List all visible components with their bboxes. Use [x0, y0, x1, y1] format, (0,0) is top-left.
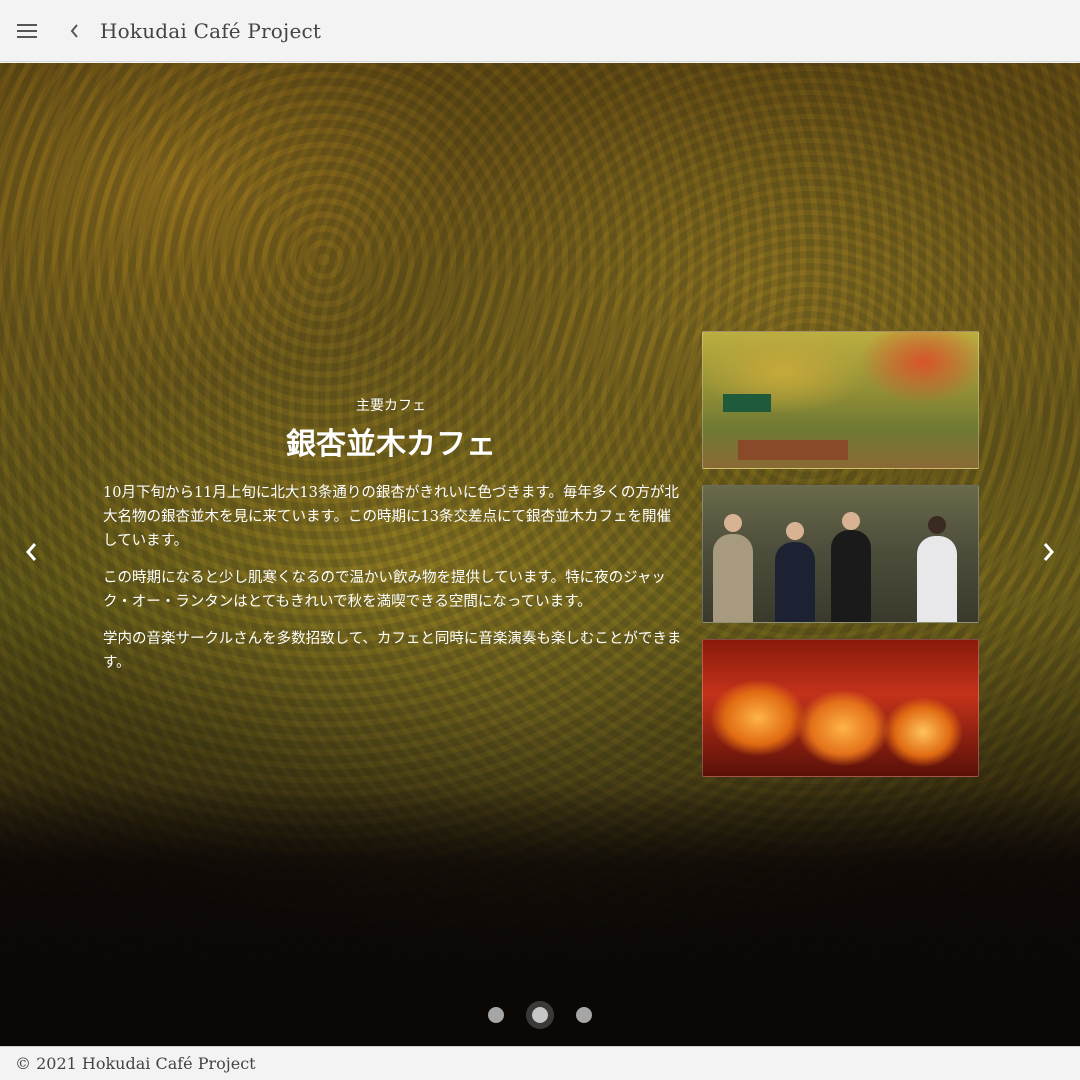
back-chevron-left-icon[interactable] [60, 16, 90, 46]
hero-carousel: 主要カフェ 銀杏並木カフェ 10月下旬から11月上旬に北大13条通りの銀杏がきれ… [0, 63, 1080, 1046]
musician-figure [713, 534, 753, 622]
musician-head [842, 512, 860, 530]
musician-figure [831, 530, 871, 622]
jack-o-lantern-photo [702, 639, 979, 777]
carousel-indicators [0, 1007, 1080, 1023]
slide-title: 銀杏並木カフェ [286, 427, 496, 462]
carousel-dot[interactable] [488, 1007, 504, 1023]
description-paragraph: 10月下旬から11月上旬に北大13条通りの銀杏がきれいに色づきます。毎年多くの方… [103, 485, 679, 549]
musician-figure [917, 536, 957, 622]
carousel-prev-chevron-left-icon[interactable] [17, 537, 47, 567]
slide-description: 10月下旬から11月上旬に北大13条通りの銀杏がきれいに色づきます。毎年多くの方… [103, 481, 683, 688]
musicians-photo [702, 485, 979, 623]
copyright-text: © 2021 Hokudai Café Project [15, 1054, 256, 1073]
description-paragraph: この時期になると少し肌寒くなるので温かい飲み物を提供しています。特に夜のジャック… [103, 570, 666, 610]
description-paragraph: 学内の音楽サークルさんを多数招致して、カフェと同時に音楽演奏も楽しむことができま… [103, 631, 682, 671]
carousel-dot[interactable] [576, 1007, 592, 1023]
table-shape [738, 440, 848, 460]
cafe-tables-photo [702, 331, 979, 469]
app-title: Hokudai Café Project [100, 18, 322, 43]
hamburger-menu-icon[interactable] [12, 16, 42, 46]
musician-head [724, 514, 742, 532]
carousel-dot-active[interactable] [532, 1007, 548, 1023]
photo-gallery [702, 331, 979, 793]
slide-subtitle: 主要カフェ [356, 398, 426, 414]
musician-head [786, 522, 804, 540]
musician-head [928, 516, 946, 534]
musician-figure [775, 542, 815, 622]
app-bar: Hokudai Café Project [0, 0, 1080, 62]
carousel-next-chevron-right-icon[interactable] [1033, 537, 1063, 567]
footer: © 2021 Hokudai Café Project [0, 1046, 1080, 1080]
tent-shape [723, 394, 771, 412]
